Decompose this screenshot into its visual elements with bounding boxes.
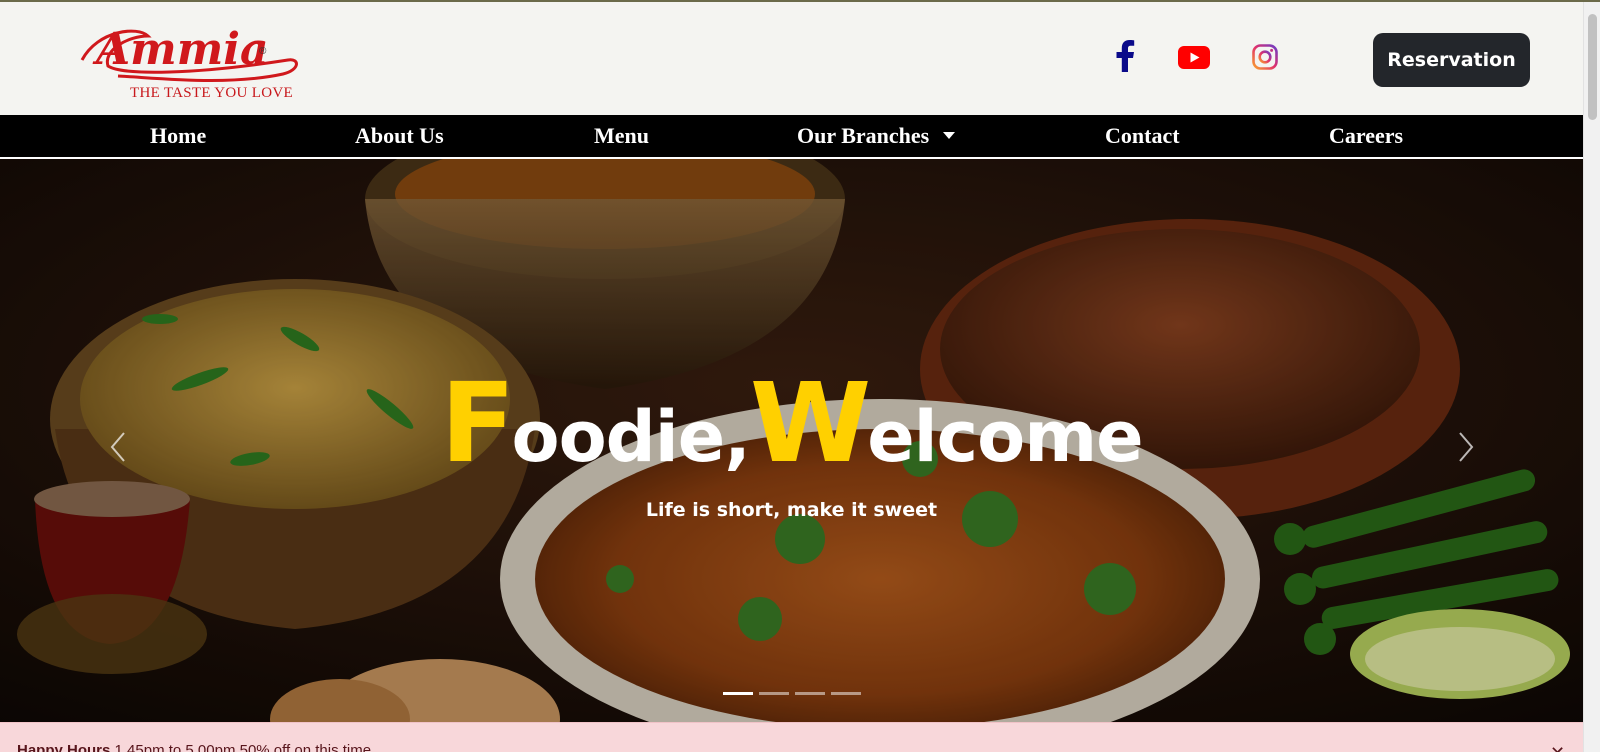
nav-about-us[interactable]: About Us [355, 123, 444, 149]
nav-our-branches[interactable]: Our Branches [797, 123, 956, 149]
alert-title: Happy Hours [17, 742, 111, 752]
caret-down-icon [943, 132, 956, 139]
hero-title-rest1: oodie, [511, 396, 750, 478]
registered-mark: ® [259, 46, 267, 57]
facebook-icon [1116, 40, 1135, 72]
hero-carousel: Foodie,Welcome Life is short, make it sw… [0, 159, 1583, 722]
chevron-right-icon [1459, 432, 1474, 462]
nav-contact[interactable]: Contact [1105, 123, 1180, 149]
youtube-icon [1178, 46, 1210, 69]
carousel-indicator-2[interactable] [759, 692, 789, 695]
youtube-link[interactable] [1178, 46, 1210, 75]
nav-menu[interactable]: Menu [594, 123, 649, 149]
nav-home[interactable]: Home [150, 123, 206, 149]
nav-careers[interactable]: Careers [1329, 123, 1403, 149]
hero-subtitle: Life is short, make it sweet [645, 499, 938, 521]
carousel-indicator-3[interactable] [795, 692, 825, 695]
carousel-indicators [723, 692, 861, 695]
nav-our-branches-label: Our Branches [797, 123, 930, 148]
page-scrollbar[interactable] [1583, 2, 1600, 752]
carousel-next-button[interactable] [1450, 427, 1480, 467]
hero-title-cap2: W [749, 359, 871, 487]
reservation-button[interactable]: Reservation [1373, 33, 1530, 87]
svg-text:Ammia: Ammia [92, 24, 268, 75]
chevron-left-icon [110, 432, 125, 462]
alert-message: Happy Hours 1.45pm to 5.00pm 50% off on … [17, 742, 371, 752]
logo-swash-icon: Ammia [80, 24, 298, 82]
close-icon[interactable]: ✕ [1550, 743, 1565, 752]
facebook-link[interactable] [1114, 40, 1136, 77]
brand-logo[interactable]: Ammia ® THE TASTE YOU LOVE [78, 16, 308, 106]
carousel-prev-button[interactable] [104, 427, 134, 467]
hero-title-rest2: elcome [867, 396, 1143, 478]
happy-hours-alert: Happy Hours 1.45pm to 5.00pm 50% off on … [0, 722, 1583, 752]
carousel-indicator-4[interactable] [831, 692, 861, 695]
instagram-icon [1252, 44, 1278, 70]
carousel-indicator-1[interactable] [723, 692, 753, 695]
brand-tagline: THE TASTE YOU LOVE [130, 85, 293, 101]
hero-title-cap1: F [440, 359, 515, 487]
scrollbar-thumb[interactable] [1588, 14, 1597, 120]
alert-text: 1.45pm to 5.00pm 50% off on this time [114, 742, 372, 752]
hero-title: Foodie,Welcome [0, 359, 1583, 487]
instagram-link[interactable] [1252, 44, 1278, 75]
main-nav: Home About Us Menu Our Branches Contact … [0, 115, 1583, 159]
site-header: Ammia ® THE TASTE YOU LOVE Reservation [0, 2, 1583, 115]
